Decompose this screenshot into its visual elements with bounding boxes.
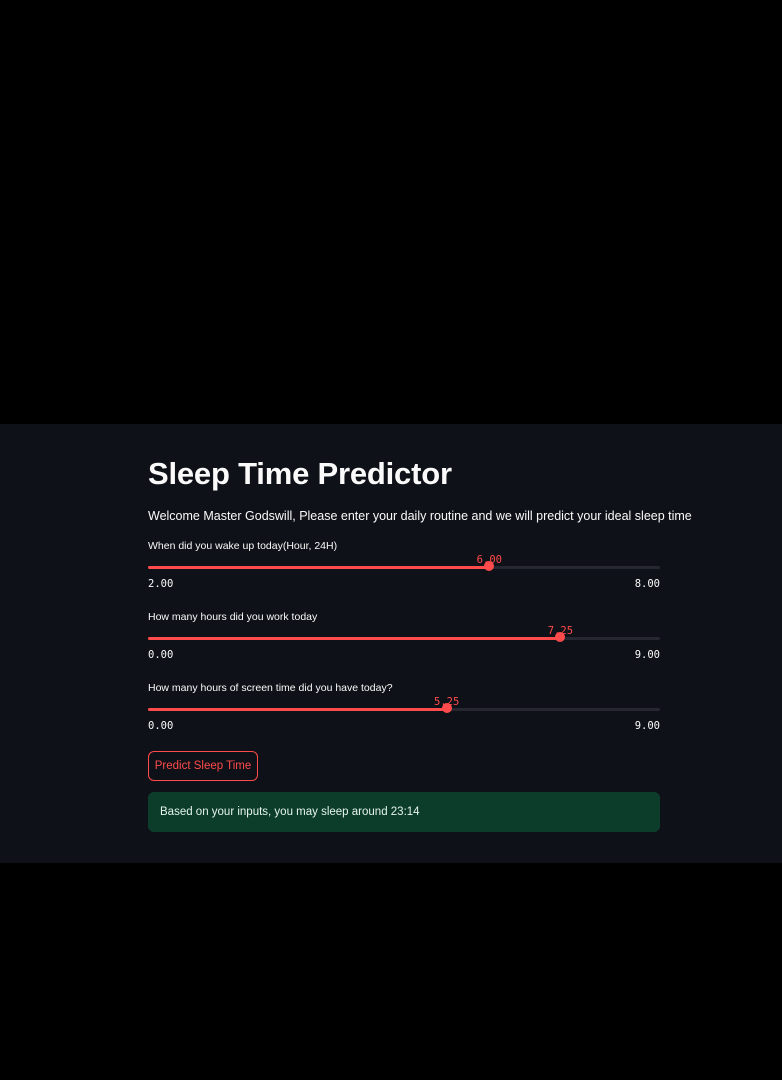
slider-max: 9.00 <box>634 649 660 661</box>
page-title: Sleep Time Predictor <box>148 456 452 491</box>
slider-label: When did you wake up today(Hour, 24H) <box>148 540 338 552</box>
slider-track[interactable] <box>148 566 660 569</box>
work-hours-slider: How many hours did you work today 7.25 0… <box>148 611 660 681</box>
slider-thumb[interactable] <box>484 561 495 571</box>
predict-sleep-time-button[interactable]: Predict Sleep Time <box>148 751 258 781</box>
slider-thumb[interactable] <box>555 632 566 642</box>
screen-time-slider: How many hours of screen time did you ha… <box>148 682 660 752</box>
app-container: Sleep Time Predictor Welcome Master Gods… <box>0 424 782 863</box>
slider-max: 9.00 <box>634 720 660 732</box>
slider-track[interactable] <box>148 708 660 711</box>
slider-fill <box>148 637 561 640</box>
slider-fill <box>148 566 490 569</box>
slider-fill <box>148 708 447 711</box>
slider-min: 0.00 <box>148 649 174 661</box>
wake-up-slider: When did you wake up today(Hour, 24H) 6.… <box>148 540 660 610</box>
slider-label: How many hours of screen time did you ha… <box>148 682 393 694</box>
welcome-text: Welcome Master Godswill, Please enter yo… <box>148 509 692 523</box>
slider-min: 2.00 <box>148 578 174 590</box>
slider-thumb[interactable] <box>441 703 452 713</box>
slider-min: 0.00 <box>148 720 174 732</box>
slider-max: 8.00 <box>634 578 660 590</box>
slider-track[interactable] <box>148 637 660 640</box>
slider-label: How many hours did you work today <box>148 611 318 623</box>
prediction-result-alert: Based on your inputs, you may sleep arou… <box>148 792 660 832</box>
